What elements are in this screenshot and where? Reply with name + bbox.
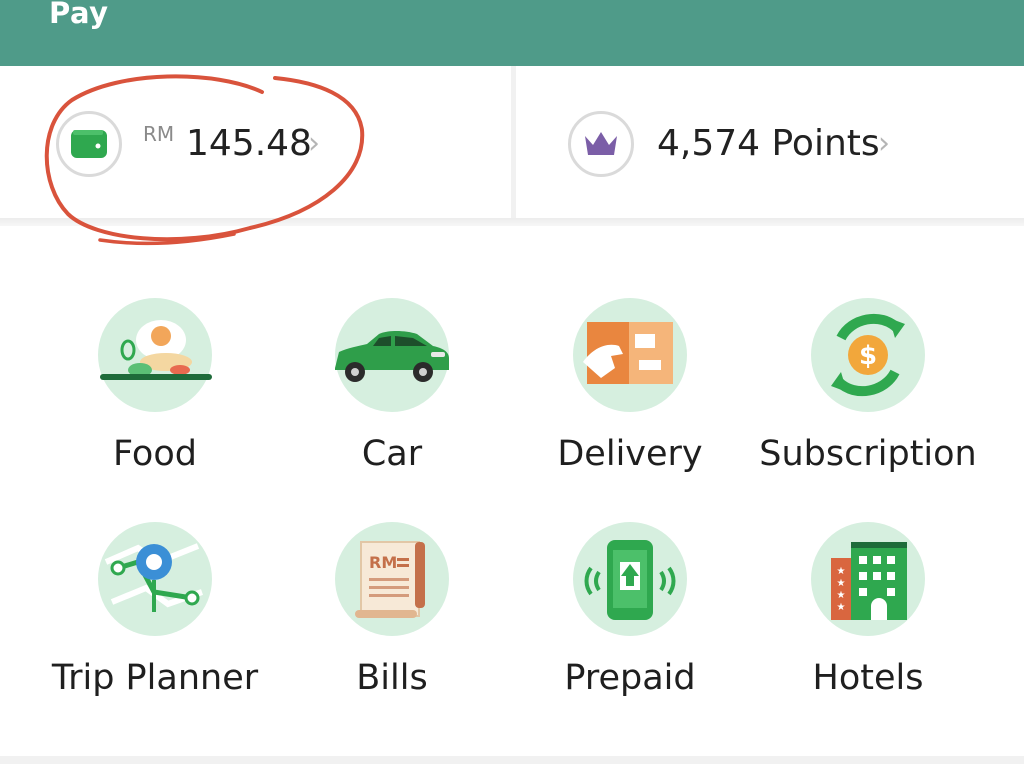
svg-text:★: ★ <box>837 602 846 613</box>
service-hotels[interactable]: ★ ★ ★ ★ Hotels <box>748 522 988 742</box>
wallet-currency: RM <box>143 122 175 146</box>
service-label: Food <box>113 434 197 474</box>
service-car[interactable]: Car <box>272 298 512 518</box>
service-label: Hotels <box>812 658 924 698</box>
service-delivery[interactable]: Delivery <box>510 298 750 518</box>
bills-icon: RM <box>335 522 449 636</box>
service-label: Delivery <box>557 434 703 474</box>
page-title: Pay <box>49 0 109 30</box>
car-icon <box>335 298 449 412</box>
service-label: Car <box>361 434 423 474</box>
service-bills[interactable]: RM Bills <box>272 522 512 742</box>
service-label: Subscription <box>759 434 977 474</box>
svg-text:RM: RM <box>369 553 397 572</box>
section-divider <box>0 218 1024 226</box>
wallet-icon <box>56 111 122 177</box>
trip-planner-icon <box>98 522 212 636</box>
service-subscription[interactable]: $ Subscription <box>748 298 988 518</box>
top-bar: Pay <box>0 0 1024 66</box>
crown-icon <box>568 111 634 177</box>
points-balance: 4,574 Points <box>657 123 880 164</box>
wallet-balance-card[interactable]: RM 145.48 › <box>0 66 511 218</box>
wallet-amount: 145.48 <box>186 123 312 164</box>
svg-text:★: ★ <box>837 578 846 589</box>
chevron-right-icon: › <box>308 126 320 161</box>
service-food[interactable]: Food <box>35 298 275 518</box>
chevron-right-icon: › <box>878 126 890 161</box>
subscription-icon: $ <box>811 298 925 412</box>
food-icon <box>98 298 212 412</box>
svg-text:★: ★ <box>837 566 846 577</box>
svg-text:$: $ <box>859 341 877 371</box>
service-label: Bills <box>356 658 428 698</box>
services-grid: Food Car Delivery $ Subscription Trip Pl… <box>0 226 1024 756</box>
service-prepaid[interactable]: Prepaid <box>510 522 750 742</box>
service-trip-planner[interactable]: Trip Planner <box>35 522 275 742</box>
service-label: Prepaid <box>564 658 696 698</box>
svg-text:★: ★ <box>837 590 846 601</box>
delivery-icon <box>573 298 687 412</box>
bottom-divider <box>0 756 1024 764</box>
hotels-icon: ★ ★ ★ ★ <box>811 522 925 636</box>
prepaid-icon <box>573 522 687 636</box>
service-label: Trip Planner <box>51 658 259 698</box>
rewards-points-card[interactable]: 4,574 Points › <box>516 66 1024 218</box>
